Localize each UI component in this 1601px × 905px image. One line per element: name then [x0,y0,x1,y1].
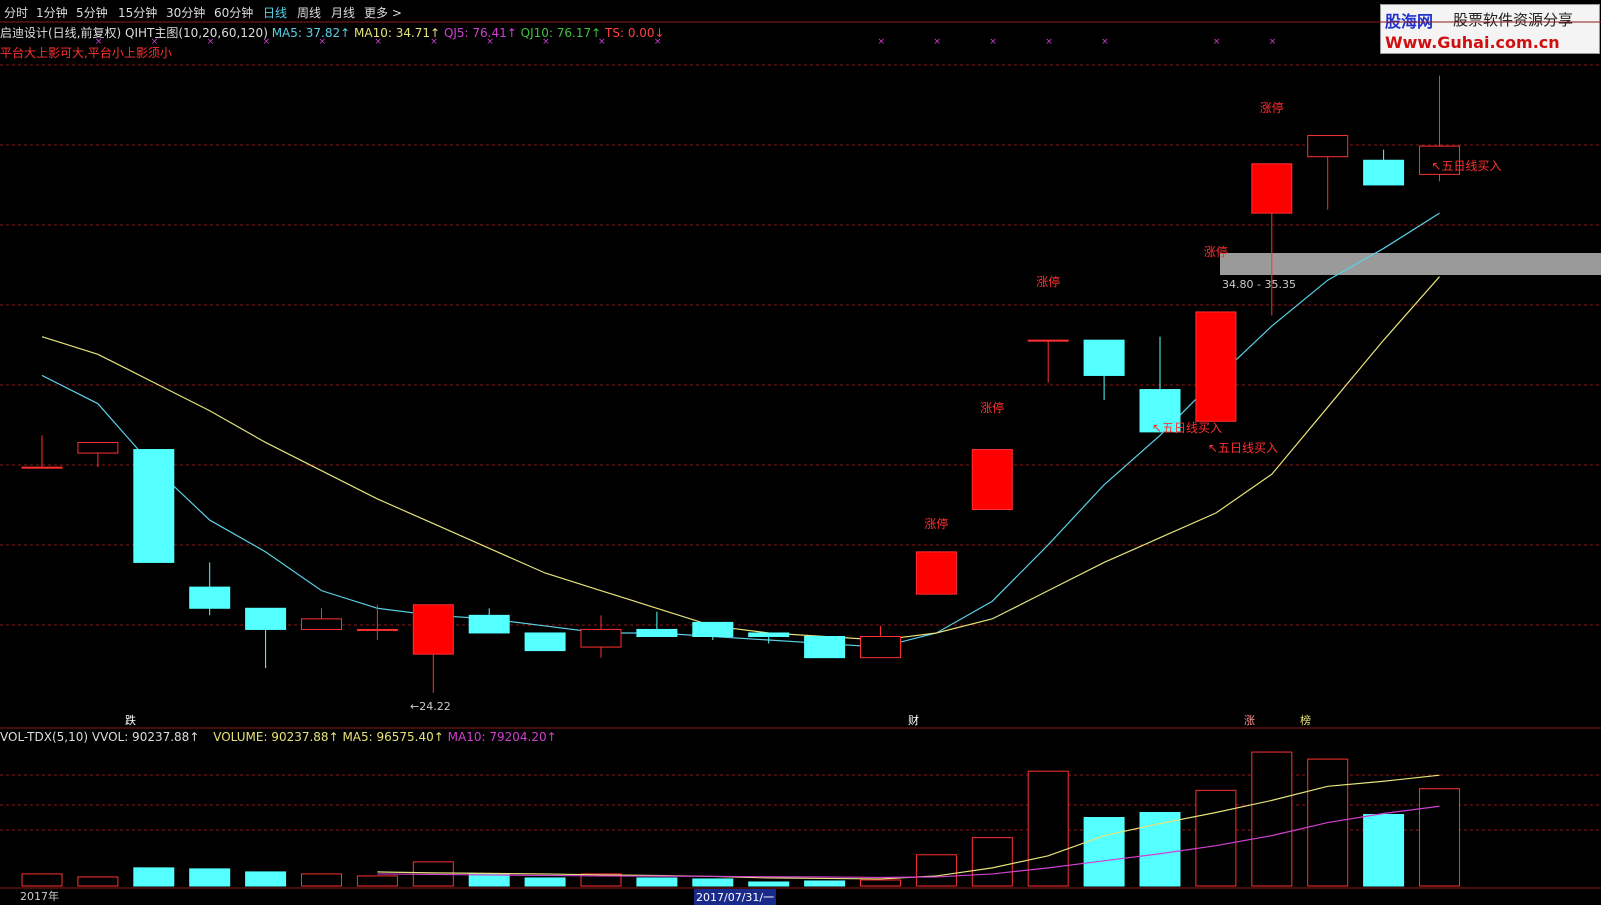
candle-body[interactable] [1027,339,1069,342]
volume-bar[interactable] [1195,789,1237,887]
volume-bar[interactable] [915,854,957,887]
candle-body[interactable] [1195,311,1237,422]
candle-body[interactable] [804,636,846,659]
top-marker: × [319,37,327,47]
kline-chart[interactable]: 34.80 - 35.35× × × × × × × × × × × × × × × × × ×涨停涨停涨停涨停涨… [0,0,1601,902]
candle-body[interactable] [748,632,790,638]
volume-bar[interactable] [77,876,119,887]
volume-bar[interactable] [1363,813,1405,887]
candle-body[interactable] [301,618,342,630]
top-marker: × [933,37,941,47]
candle-body[interactable] [245,607,287,630]
vol-ma10-readout: MA10: 79204.20↑ [447,730,557,744]
candle-body[interactable] [189,586,231,609]
tag-die: 跌 [125,713,136,727]
top-marker: × [989,37,997,47]
vvol-readout: VVOL: 90237.88↑ [91,730,200,744]
volume-bar[interactable] [804,880,846,887]
candle-body[interactable] [412,604,454,655]
top-marker: × [654,37,662,47]
candle-body[interactable] [1083,339,1125,376]
limit-up-label: 涨停 [980,400,1004,415]
volume-bar[interactable] [524,877,566,887]
volume-bar[interactable] [21,873,63,887]
candle-body[interactable] [915,551,957,595]
tag-cai: 财 [908,713,919,727]
candle-body[interactable] [524,632,566,652]
volume-bar[interactable] [1419,788,1460,887]
vol-name[interactable]: VOL-TDX(5,10) [0,730,88,744]
top-marker: × [542,37,550,47]
cursor-date-label: 2017/07/31/一 [694,889,777,905]
limit-up-label: 涨停 [924,516,948,531]
candle-body[interactable] [356,628,398,631]
top-marker: × [263,37,271,47]
tag-zhang: 涨 [1244,714,1255,727]
volume-bar[interactable] [748,881,790,887]
buy-signal-label: ↖五日线买入 [1152,421,1222,435]
volume-bar[interactable] [1083,817,1125,887]
candle-body[interactable] [692,621,734,638]
top-marker: × [151,37,159,47]
volume-bar[interactable] [1027,770,1069,887]
top-marker: × [1045,37,1053,47]
volume-bar[interactable] [301,873,342,887]
candle-body[interactable] [636,628,678,638]
top-marker: × [1101,37,1109,47]
volume-bar[interactable] [189,868,231,887]
top-marker: × [374,37,382,47]
volume-bar[interactable] [133,867,175,887]
candle-body[interactable] [133,449,175,563]
volume-bar[interactable] [860,879,901,887]
top-marker: × [95,37,103,47]
volume-bar[interactable] [468,873,510,887]
top-marker: × [430,37,438,47]
tag-bang: 榜 [1300,713,1311,727]
limit-up-label: 涨停 [1204,244,1228,259]
limit-up-label: 涨停 [1036,274,1060,289]
candle-body[interactable] [971,449,1013,510]
candle-body[interactable] [860,636,901,659]
price-zone-label: 34.80 - 35.35 [1222,278,1296,291]
volume-readout: VOLUME: 90237.88↑ [213,730,339,744]
candle-body[interactable] [580,628,622,648]
top-marker: × [207,37,215,47]
volume-bar[interactable] [971,837,1013,887]
top-marker: × [878,37,886,47]
candle-body[interactable] [77,441,119,454]
buy-signal-label: ↖五日线买入 [1432,159,1502,173]
low-price-marker: ←24.22 [410,700,451,713]
top-marker: × [1269,37,1277,47]
volume-bar[interactable] [636,877,678,887]
price-zone-box [1220,253,1601,275]
volume-bar[interactable] [245,871,287,887]
volume-bar[interactable] [692,878,734,887]
vol-ma5-readout: MA5: 96575.40↑ [342,730,444,744]
candle-body[interactable] [468,614,510,634]
candle-body[interactable] [1307,135,1349,158]
top-marker: × [1213,37,1221,47]
volume-bar[interactable] [1251,751,1293,887]
volume-bar[interactable] [356,875,398,887]
volume-header: VOL-TDX(5,10) VVOL: 90237.88↑ VOLUME: 90… [0,730,557,744]
top-marker: × [486,37,494,47]
top-marker: × [598,37,606,47]
buy-signal-label: ↖五日线买入 [1208,441,1278,455]
candle-body[interactable] [1363,159,1405,186]
candle-body[interactable] [21,466,63,469]
candle-body[interactable] [1251,163,1293,214]
limit-up-label: 涨停 [1260,100,1284,115]
